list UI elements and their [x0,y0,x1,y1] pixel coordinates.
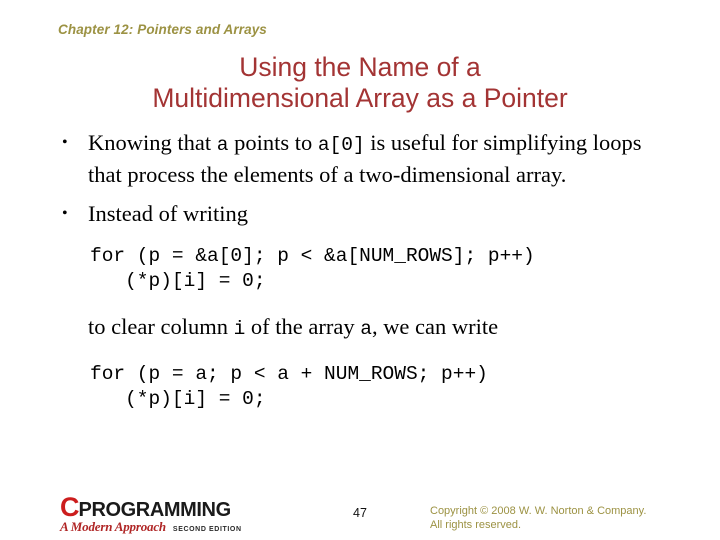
slide-canvas: Chapter 12: Pointers and Arrays Using th… [0,0,720,540]
code-block-2-line-1: for (p = a; p < a + NUM_ROWS; p++) [90,363,488,385]
middle-sentence-code-1: i [233,318,246,340]
logo-subtitle-row: A Modern Approach Second Edition [60,519,290,535]
copyright-line-1: Copyright © 2008 W. W. Norton & Company. [430,505,647,517]
chapter-header: Chapter 12: Pointers and Arrays [58,22,267,37]
bullet-marker-icon-2: • [62,205,68,222]
code-block-2: for (p = a; p < a + NUM_ROWS; p++) (*p)[… [0,362,720,412]
middle-sentence-part-3: , we can write [371,314,499,339]
bullet-item-1-text: Knowing that a points to a[0] is useful … [88,128,720,189]
code-block-1-line-2: (*p)[i] = 0; [90,270,266,292]
slide-title: Using the Name of a Multidimensional Arr… [40,52,680,114]
middle-sentence-part-1: to clear column [88,314,234,339]
code-block-1: for (p = &a[0]; p < &a[NUM_ROWS]; p++) (… [0,244,720,294]
middle-sentence-code-2: a [360,318,372,340]
bullet-1-part-2: points to [228,130,318,155]
bullet-item-2-text: Instead of writing [88,201,248,226]
logo-programming-word: PROGRAMMING [78,499,232,521]
bullet-item-2: • Instead of writing [0,199,720,228]
slide-body: • Knowing that a points to a[0] is usefu… [0,128,720,412]
book-logo: C PROGRAMMING A Modern Approach Second E… [60,492,290,535]
logo-edition: Second Edition [172,526,242,533]
logo-title-row: C PROGRAMMING [60,492,290,522]
code-block-2-line-2: (*p)[i] = 0; [90,388,266,410]
page-number: 47 [353,506,367,520]
middle-sentence: to clear column i of the array a, we can… [0,312,720,344]
bullet-1-code-2: a[0] [317,134,365,156]
bullet-1-part-1: Knowing that [88,130,217,155]
slide-title-line-1: Using the Name of a [239,52,481,82]
copyright-line-2: All rights reserved. [430,519,522,531]
middle-sentence-part-2: of the array [245,314,361,339]
code-block-1-line-1: for (p = &a[0]; p < &a[NUM_ROWS]; p++) [90,245,535,267]
slide-title-line-2: Multidimensional Array as a Pointer [152,83,568,113]
bullet-marker-icon: • [62,134,68,151]
logo-c-letter: C [60,492,79,522]
bullet-1-code-1: a [216,134,229,156]
copyright-notice: Copyright © 2008 W. W. Norton & Company.… [430,504,700,532]
bullet-item-1: • Knowing that a points to a[0] is usefu… [0,128,720,189]
logo-subtitle: A Modern Approach [60,519,166,534]
